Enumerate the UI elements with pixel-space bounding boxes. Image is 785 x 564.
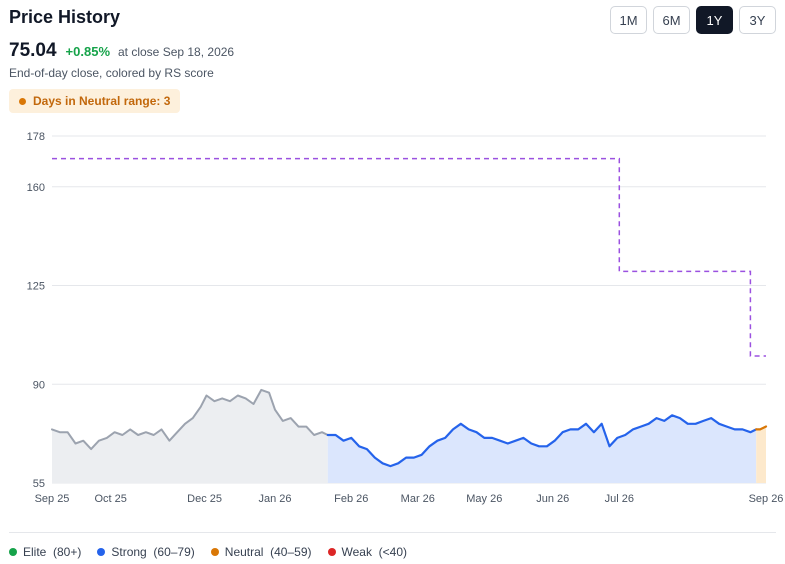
y-tick-label: 178 xyxy=(27,131,45,143)
close-date: at close Sep 18, 2026 xyxy=(118,45,235,59)
chart-legend: Elite (80+) Strong (60–79) Neutral (40–5… xyxy=(9,545,407,559)
threshold-line xyxy=(52,157,766,357)
x-tick-label: Sep 26 xyxy=(749,493,784,505)
legend-item-strong: Strong (60–79) xyxy=(97,545,195,559)
page-title: Price History xyxy=(9,7,121,27)
price-change: +0.85% xyxy=(65,44,110,59)
x-tick-label: May 26 xyxy=(466,493,502,505)
series-area-none xyxy=(52,389,328,483)
series-area-neutral xyxy=(756,426,766,483)
legend-range: (80+) xyxy=(53,545,82,559)
x-tick-label: Sep 25 xyxy=(35,493,70,505)
legend-divider xyxy=(9,532,776,533)
price-chart: 55 90 125 160 178 Sep 25 Oct 25 Dec 25 Jan 26 Feb… xyxy=(27,131,784,505)
legend-item-elite: Elite (80+) xyxy=(9,545,81,559)
x-tick-label: Oct 25 xyxy=(94,493,126,505)
weak-dot-icon xyxy=(327,548,336,556)
chart-subtitle: End-of-day close, colored by RS score xyxy=(9,66,214,80)
legend-label: Elite xyxy=(23,545,47,559)
legend-range: (40–59) xyxy=(270,545,312,559)
y-tick-label: 55 xyxy=(33,478,45,490)
strong-dot-icon xyxy=(97,548,106,556)
x-tick-label: Jan 26 xyxy=(258,493,291,505)
legend-label: Neutral xyxy=(224,545,264,559)
x-tick-label: Mar 26 xyxy=(401,493,435,505)
range-1y-button[interactable]: 1Y xyxy=(696,6,733,34)
legend-label: Strong xyxy=(111,545,147,559)
range-6m-button[interactable]: 6M xyxy=(653,6,690,34)
price-summary: 75.04 +0.85% at close Sep 18, 2026 xyxy=(9,40,234,62)
x-tick-label: Feb 26 xyxy=(334,493,368,505)
legend-range: (<40) xyxy=(378,545,408,559)
range-1m-button[interactable]: 1M xyxy=(610,6,647,34)
badge-text: Days in Neutral range: 3 xyxy=(33,94,171,108)
x-tick-label: Jun 26 xyxy=(536,493,569,505)
neutral-dot-icon xyxy=(210,548,219,556)
legend-range: (60–79) xyxy=(153,545,195,559)
legend-label: Weak xyxy=(341,545,372,559)
x-tick-label: Dec 25 xyxy=(187,493,222,505)
series-area-strong xyxy=(327,415,757,483)
range-selector: 1M 6M 1Y 3Y xyxy=(610,6,776,34)
current-price: 75.04 xyxy=(9,40,57,61)
y-tick-label: 160 xyxy=(27,182,45,194)
elite-dot-icon xyxy=(9,548,17,556)
x-tick-label: Jul 26 xyxy=(605,493,634,505)
y-tick-label: 125 xyxy=(27,281,45,293)
status-badge: Days in Neutral range: 3 xyxy=(9,89,181,113)
legend-item-neutral: Neutral (40–59) xyxy=(210,545,312,559)
y-tick-label: 90 xyxy=(33,379,45,391)
range-3y-button[interactable]: 3Y xyxy=(739,6,776,34)
chart-area-fills xyxy=(52,389,766,483)
chart-threshold xyxy=(52,157,766,357)
legend-item-weak: Weak (<40) xyxy=(327,545,408,559)
neutral-dot-icon xyxy=(19,97,26,105)
